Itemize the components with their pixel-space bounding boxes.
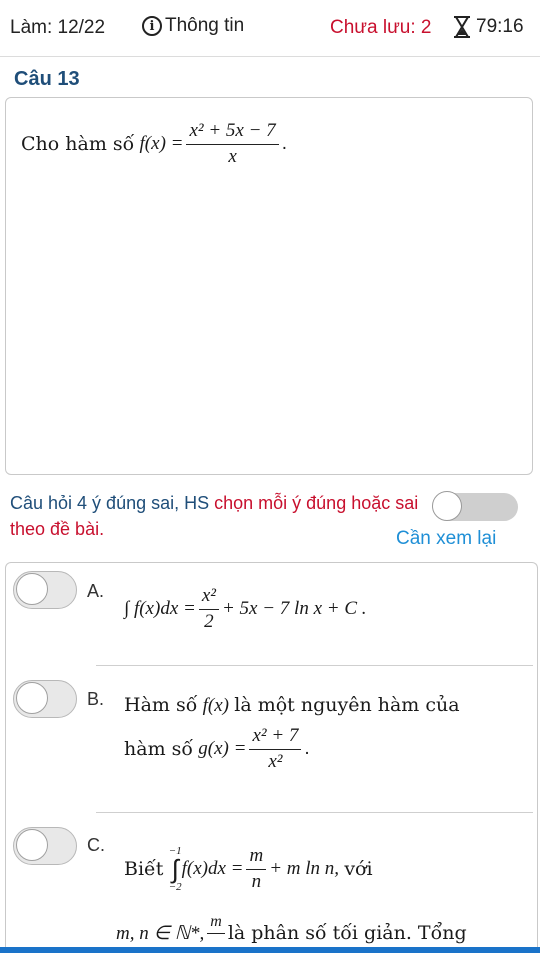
toggle-knob bbox=[16, 829, 48, 861]
option-b-den: x² bbox=[268, 751, 283, 772]
option-c-num: m bbox=[246, 845, 267, 870]
unsaved-count: Chưa lưu: 2 bbox=[330, 17, 432, 38]
instruction-part1: Câu hỏi 4 ý đúng sai, HS bbox=[10, 493, 215, 513]
integral-symbol: ∫ bbox=[171, 854, 179, 884]
option-c-math2: m, n ∈ ℕ*, bbox=[116, 922, 205, 944]
toggle-knob bbox=[16, 682, 48, 714]
option-c-rest2: là phân số tối giản. Tổng bbox=[227, 922, 467, 944]
option-a-letter: A. bbox=[87, 581, 105, 601]
option-c-letter: C. bbox=[87, 835, 105, 855]
option-b-num: x² + 7 bbox=[249, 725, 302, 750]
info-label: Thông tin bbox=[165, 15, 245, 36]
stem-function: f(x) = bbox=[139, 133, 184, 154]
divider bbox=[96, 665, 533, 666]
instruction-text: Câu hỏi 4 ý đúng sai, HS chọn mỗi ý đúng… bbox=[10, 490, 430, 542]
lower-limit: −2 bbox=[168, 881, 182, 893]
option-c-num2: m bbox=[207, 913, 225, 934]
option-a-den: 2 bbox=[204, 611, 214, 632]
option-c-fraction: m n bbox=[246, 845, 267, 893]
option-b-func1: f(x) bbox=[202, 695, 229, 716]
question-title: Câu 13 bbox=[14, 68, 80, 90]
timer: 79:16 bbox=[452, 15, 524, 39]
option-a-num: x² bbox=[198, 585, 219, 610]
option-b-toggle[interactable] bbox=[13, 680, 77, 718]
option-a-right: + 5x − 7 ln x + C . bbox=[221, 598, 367, 619]
bottom-nav-bar bbox=[0, 947, 540, 953]
options-panel: A. ∫ f(x)dx = x² 2 + 5x − 7 ln x + C . B… bbox=[5, 562, 538, 953]
stem-end: . bbox=[281, 133, 287, 154]
option-c-integrand: f(x)dx = bbox=[181, 858, 244, 879]
hourglass-icon bbox=[454, 16, 470, 38]
timer-value: 79:16 bbox=[476, 16, 524, 37]
integral-sign: −1 ∫ −2 bbox=[169, 845, 182, 893]
option-c-toggle[interactable] bbox=[13, 827, 77, 865]
option-b-func2: g(x) = bbox=[198, 738, 247, 759]
option-b-end: . bbox=[304, 738, 310, 759]
info-icon: i bbox=[142, 16, 162, 36]
option-c-den: n bbox=[251, 871, 262, 892]
option-c-rest: + m ln n, bbox=[269, 858, 340, 879]
option-a-toggle[interactable] bbox=[13, 571, 77, 609]
progress-label: Làm: 12/22 bbox=[10, 17, 106, 38]
option-b-line1: Hàm số f(x) là một nguyên hàm của bbox=[124, 694, 460, 717]
question-stem: Cho hàm số f(x) = x² + 5x − 7 x . bbox=[21, 120, 287, 168]
stem-fraction: x² + 5x − 7 x bbox=[186, 120, 279, 168]
toggle-knob bbox=[16, 573, 48, 605]
review-toggle[interactable] bbox=[432, 491, 518, 521]
option-b-letter: B. bbox=[87, 689, 105, 709]
option-b-rest1: là một nguyên hàm của bbox=[234, 694, 460, 716]
option-b-line2: hàm số g(x) = x² + 7 x² . bbox=[124, 725, 310, 773]
info-button[interactable]: i Thông tin bbox=[142, 15, 244, 37]
toggle-knob bbox=[432, 491, 462, 521]
option-a-fraction: x² 2 bbox=[198, 585, 219, 633]
status-bar: Làm: 12/22 i Thông tin Chưa lưu: 2 79:16 bbox=[0, 0, 540, 57]
option-c-with: với bbox=[344, 858, 373, 880]
option-b-text2: hàm số bbox=[124, 738, 193, 760]
stem-numerator: x² + 5x − 7 bbox=[186, 120, 279, 145]
divider bbox=[96, 812, 533, 813]
stem-text: Cho hàm số bbox=[21, 133, 135, 155]
option-a-left: ∫ f(x)dx = bbox=[124, 598, 196, 619]
option-c-line1: Biết −1 ∫ −2 f(x)dx = m n + m ln n, với bbox=[124, 845, 373, 893]
option-c-text1: Biết bbox=[124, 858, 164, 880]
option-a-text: ∫ f(x)dx = x² 2 + 5x − 7 ln x + C . bbox=[124, 585, 367, 633]
option-b-fraction: x² + 7 x² bbox=[249, 725, 302, 773]
review-label: Cần xem lại bbox=[396, 528, 497, 549]
stem-denominator: x bbox=[228, 146, 237, 167]
option-b-text1: Hàm số bbox=[124, 694, 198, 716]
